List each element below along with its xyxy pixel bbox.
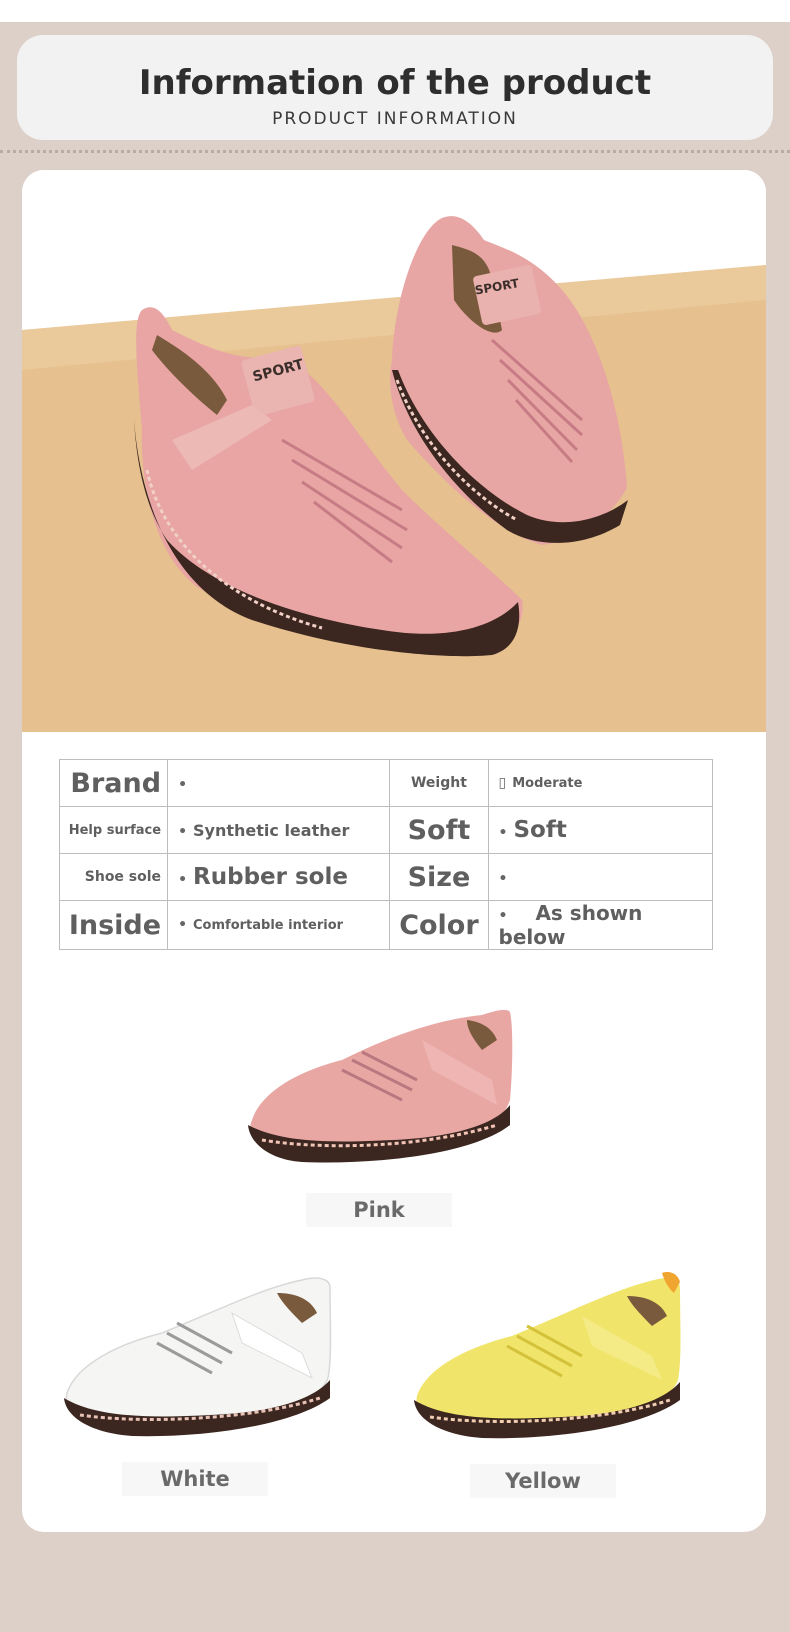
soft-value: • Soft — [487, 806, 713, 854]
inside-label: Inside — [58, 900, 169, 950]
upper-text: Synthetic leather — [193, 820, 350, 840]
upper-value: • Synthetic leather — [167, 806, 391, 854]
size-value: • — [487, 853, 713, 901]
header-title: Information of the product — [138, 63, 652, 103]
variant-pink-label: Pink — [306, 1193, 452, 1227]
bullet: ▯ — [498, 775, 507, 791]
variant-yellow-label: Yellow — [470, 1464, 616, 1498]
brand-value: • — [167, 759, 391, 807]
divider — [0, 150, 790, 153]
variant-white-image — [64, 1277, 332, 1437]
sole-text: Rubber sole — [193, 864, 348, 890]
variant-yellow-image — [414, 1272, 681, 1439]
bullet: • — [498, 908, 508, 924]
bullet: • — [178, 872, 188, 888]
bullet: • — [498, 825, 508, 841]
header-subtitle: PRODUCT INFORMATION — [272, 109, 518, 129]
spec-table: Brand • Weight ▯ Moderate Help surface • S… — [58, 759, 713, 950]
spec-row: Inside • Comfortable interior Color • As s… — [58, 900, 713, 950]
size-label: Size — [389, 853, 489, 901]
sole-label: Shoe sole — [58, 853, 169, 901]
color-value: • As shown below — [487, 900, 713, 950]
hero-image: SPORT SPORT — [22, 170, 766, 732]
weight-label: Weight — [389, 759, 489, 807]
inside-value: • Comfortable interior — [167, 900, 391, 950]
soft-text: Soft — [513, 817, 567, 843]
spec-row: Help surface • Synthetic leather Soft • So… — [58, 806, 713, 854]
bullet: • — [498, 870, 508, 887]
weight-value: ▯ Moderate — [487, 759, 713, 807]
color-label: Color — [389, 900, 489, 950]
spec-row: Brand • Weight ▯ Moderate — [58, 759, 713, 807]
bullet: • — [178, 823, 188, 840]
sole-value: • Rubber sole — [167, 853, 391, 901]
color-text: As shown below — [498, 901, 643, 949]
info-header: Information of the product PRODUCT INFOR… — [17, 35, 773, 140]
soft-label: Soft — [389, 806, 489, 854]
weight-text: Moderate — [512, 776, 583, 791]
product-card: SPORT SPORT Brand • Weight ▯ Moderate Hel… — [22, 170, 766, 1532]
upper-label: Help surface — [58, 806, 169, 854]
bullet: • — [178, 917, 188, 933]
spec-row: Shoe sole • Rubber sole Size • — [58, 853, 713, 901]
variant-white-label: White — [122, 1462, 268, 1496]
bullet: • — [178, 776, 188, 793]
brand-label: Brand — [58, 759, 169, 807]
variant-pink-image — [248, 1009, 513, 1163]
inside-text: Comfortable interior — [193, 918, 344, 933]
